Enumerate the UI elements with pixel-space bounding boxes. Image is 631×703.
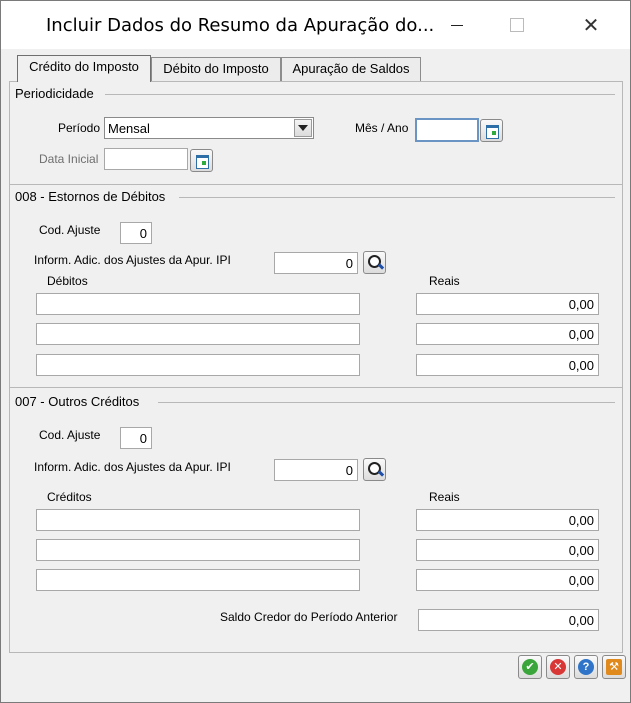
group-title-estornos: 008 - Estornos de Débitos [15,189,166,204]
debito-value-input[interactable]: 0,00 [416,293,599,315]
inform-adic-label: Inform. Adic. dos Ajustes da Apur. IPI [34,460,231,474]
check-icon: ✔ [522,659,538,675]
cod-ajuste-label: Cod. Ajuste [39,428,101,442]
tab-apuracao-de-saldos[interactable]: Apuração de Saldos [281,57,421,81]
periodo-label: Período [58,121,101,135]
inform-adic-input[interactable]: 0 [274,459,358,481]
tab-label: Crédito do Imposto [29,59,139,74]
credito-value-input[interactable]: 0,00 [416,569,599,591]
group-divider [10,184,623,185]
help-icon: ? [578,659,594,675]
help-button[interactable]: ? [574,655,598,679]
cod-ajuste-label: Cod. Ajuste [39,223,101,237]
debito-value-input[interactable]: 0,00 [416,354,599,376]
credito-desc-input[interactable] [36,539,360,561]
saldo-credor-label: Saldo Credor do Período Anterior [220,610,398,624]
debito-desc-input[interactable] [36,293,360,315]
inform-adic-input[interactable]: 0 [274,252,358,274]
group-title-periodicidade: Periodicidade [15,86,94,101]
group-title-outros-creditos: 007 - Outros Créditos [15,394,140,409]
search-icon[interactable] [363,251,386,274]
mes-ano-label: Mês / Ano [355,121,409,135]
periodo-select[interactable]: Mensal [104,117,314,139]
data-inicial-label: Data Inicial [39,152,99,166]
credito-value-input[interactable]: 0,00 [416,509,599,531]
reais-column-header: Reais [429,274,460,288]
reais-column-header: Reais [429,490,460,504]
wrench-icon: ⚒ [606,659,622,675]
credito-value-input[interactable]: 0,00 [416,539,599,561]
saldo-credor-input[interactable]: 0,00 [418,609,599,631]
ok-button[interactable]: ✔ [518,655,542,679]
data-inicial-input[interactable] [104,148,188,170]
title-bar: Incluir Dados do Resumo da Apuração do..… [1,1,630,49]
periodo-select-value: Mensal [108,121,150,136]
debitos-column-header: Débitos [47,274,88,288]
cancel-button[interactable]: ✕ [546,655,570,679]
calendar-icon[interactable] [190,149,213,172]
tools-button[interactable]: ⚒ [602,655,626,679]
group-separator [158,402,615,403]
dialog-window: Incluir Dados do Resumo da Apuração do..… [0,0,631,703]
window-title: Incluir Dados do Resumo da Apuração do..… [46,15,435,36]
cancel-icon: ✕ [550,659,566,675]
cod-ajuste-input[interactable]: 0 [120,427,152,449]
debito-value-input[interactable]: 0,00 [416,323,599,345]
tab-credito-do-imposto[interactable]: Crédito do Imposto [17,55,151,82]
credito-desc-input[interactable] [36,509,360,531]
credito-desc-input[interactable] [36,569,360,591]
search-icon[interactable] [363,458,386,481]
tab-debito-do-imposto[interactable]: Débito do Imposto [151,57,281,81]
chevron-down-icon[interactable] [294,119,312,137]
debito-desc-input[interactable] [36,354,360,376]
group-divider [10,387,623,388]
group-separator [179,197,615,198]
calendar-icon[interactable] [480,119,503,142]
tab-label: Apuração de Saldos [292,61,410,76]
tab-label: Débito do Imposto [163,61,269,76]
creditos-column-header: Créditos [47,490,92,504]
minimize-button[interactable] [437,9,477,41]
close-button[interactable]: ✕ [571,9,611,41]
debito-desc-input[interactable] [36,323,360,345]
inform-adic-label: Inform. Adic. dos Ajustes da Apur. IPI [34,253,231,267]
mes-ano-input[interactable] [415,118,479,142]
maximize-button[interactable] [497,9,537,41]
cod-ajuste-input[interactable]: 0 [120,222,152,244]
group-separator [105,94,615,95]
